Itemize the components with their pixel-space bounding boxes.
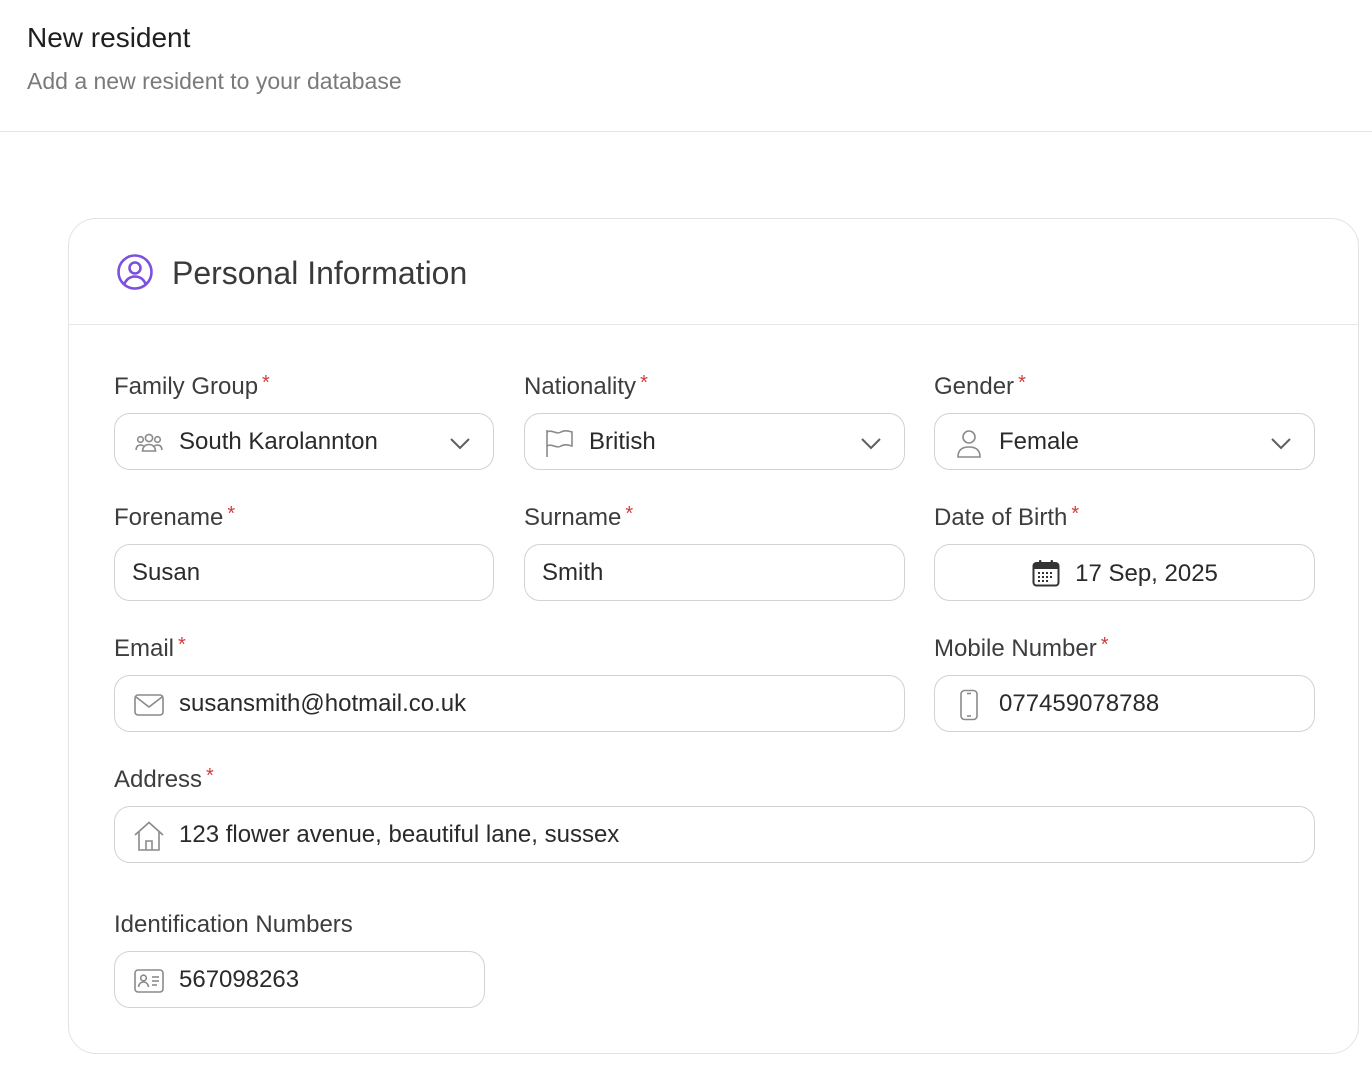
personal-information-card: Personal Information Family Group * South… <box>68 218 1359 1054</box>
forename-value: Susan <box>132 559 201 586</box>
family-group-label: Family Group * <box>114 372 270 401</box>
email-field[interactable]: susansmith@hotmail.co.uk <box>114 675 905 732</box>
gender-select[interactable]: Female <box>934 413 1315 470</box>
section-title: Personal Information <box>172 255 468 291</box>
forename-label-text: Forename <box>114 504 224 531</box>
id-card-icon <box>134 969 164 993</box>
identification-numbers-label: Identification Numbers <box>114 911 353 939</box>
page-header: New resident Add a new resident to your … <box>0 0 1372 132</box>
address-value: 123 flower avenue, beautiful lane, susse… <box>179 821 620 848</box>
email-label-text: Email <box>114 635 175 662</box>
card-header: Personal Information <box>69 219 1358 325</box>
chevron-down-icon[interactable] <box>1270 432 1292 454</box>
surname-label: Surname * <box>524 503 634 532</box>
family-group-value: South Karolannton <box>179 428 378 455</box>
chevron-down-icon[interactable] <box>449 432 471 454</box>
nationality-value: British <box>589 428 656 455</box>
gender-label: Gender * <box>934 372 1026 401</box>
chevron-down-icon[interactable] <box>860 432 882 454</box>
page-subtitle: Add a new resident to your database <box>27 68 402 94</box>
identification-numbers-value: 567098263 <box>179 966 300 993</box>
identification-numbers-field[interactable]: 567098263 <box>114 951 485 1008</box>
forename-label: Forename * <box>114 503 236 532</box>
mobile-number-label: Mobile Number * <box>934 634 1109 663</box>
user-circle-icon <box>117 254 153 290</box>
mobile-number-value: 077459078788 <box>999 690 1160 717</box>
nationality-select[interactable]: British <box>524 413 905 470</box>
gender-value: Female <box>999 428 1080 455</box>
required-marker: * <box>640 372 648 394</box>
required-marker: * <box>1071 503 1080 525</box>
phone-icon <box>960 689 978 721</box>
mobile-number-field[interactable]: 077459078788 <box>934 675 1315 732</box>
required-marker: * <box>206 765 214 787</box>
date-of-birth-label: Date of Birth * <box>934 503 1080 532</box>
date-of-birth-label-text: Date of Birth <box>934 504 1068 531</box>
family-group-select[interactable]: South Karolannton <box>114 413 494 470</box>
required-marker: * <box>227 503 236 525</box>
forename-input[interactable]: Susan <box>114 544 494 601</box>
email-value: susansmith@hotmail.co.uk <box>179 690 467 717</box>
required-marker: * <box>262 372 270 394</box>
required-marker: * <box>1018 372 1026 394</box>
address-field[interactable]: 123 flower avenue, beautiful lane, susse… <box>114 806 1315 863</box>
flag-icon <box>546 430 573 457</box>
calendar-icon <box>1032 559 1060 586</box>
address-label-text: Address <box>114 766 203 793</box>
required-marker: * <box>1100 634 1109 656</box>
home-icon <box>134 821 164 851</box>
identification-numbers-label-text: Identification Numbers <box>114 911 353 938</box>
date-of-birth-content: 17 Sep, 2025 <box>935 545 1314 600</box>
date-of-birth-picker[interactable]: 17 Sep, 2025 <box>934 544 1315 601</box>
nationality-label: Nationality * <box>524 372 648 401</box>
gender-label-text: Gender <box>934 373 1015 400</box>
required-marker: * <box>625 503 634 525</box>
required-marker: * <box>178 634 186 656</box>
page-title: New resident <box>27 22 191 53</box>
email-label: Email * <box>114 634 186 663</box>
mail-icon <box>134 694 164 716</box>
surname-label-text: Surname <box>524 504 622 531</box>
mobile-number-label-text: Mobile Number <box>934 635 1097 662</box>
address-label: Address * <box>114 765 214 794</box>
users-group-icon <box>135 433 163 452</box>
surname-input[interactable]: Smith <box>524 544 905 601</box>
date-of-birth-value: 17 Sep, 2025 <box>1075 559 1218 587</box>
surname-value: Smith <box>542 559 604 586</box>
family-group-label-text: Family Group <box>114 373 259 400</box>
person-icon <box>957 430 981 458</box>
nationality-label-text: Nationality <box>524 373 637 400</box>
